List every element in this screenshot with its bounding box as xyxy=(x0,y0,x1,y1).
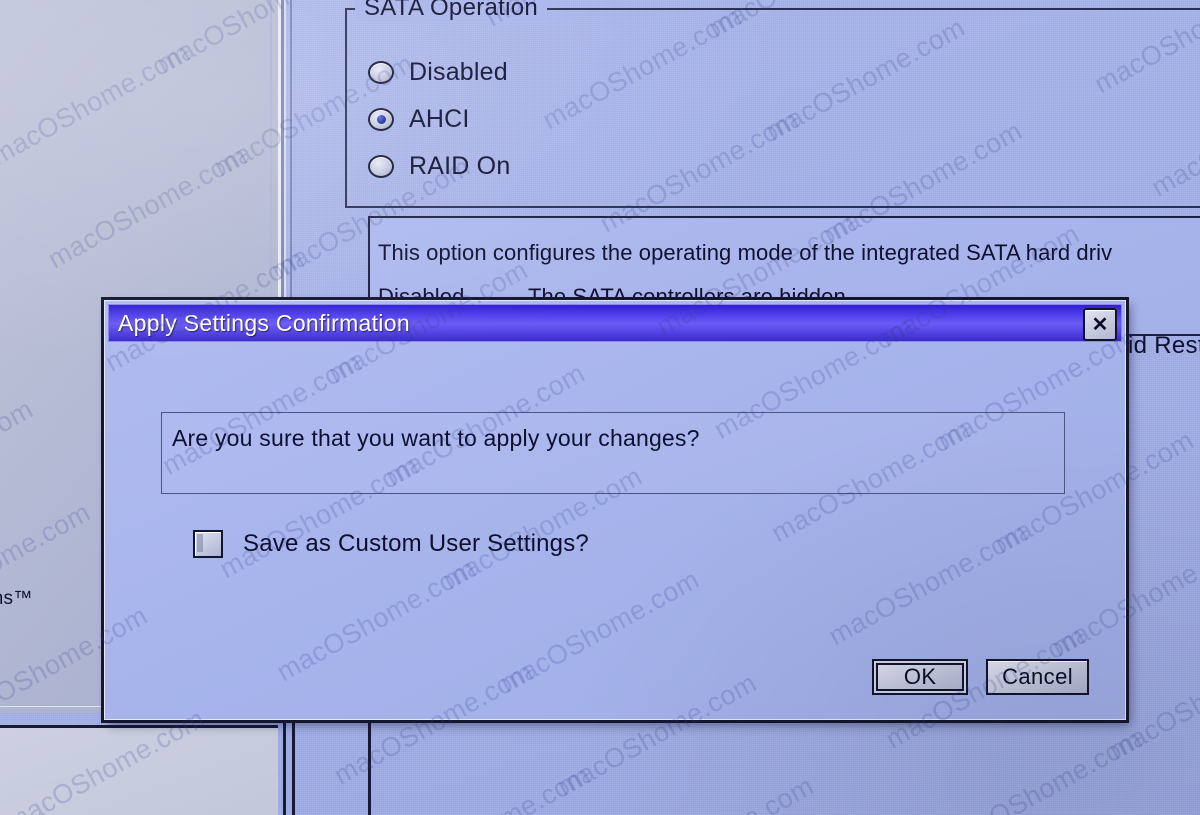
close-icon[interactable]: ✕ xyxy=(1083,308,1117,341)
bios-left-pane-footer xyxy=(0,725,278,815)
bios-left-pane-clipped-label: ons™ xyxy=(0,588,33,609)
radio-option-disabled[interactable]: Disabled xyxy=(368,58,508,87)
panel-divider-rail-2 xyxy=(292,722,295,815)
help-line-1: This option configures the operating mod… xyxy=(378,240,1113,265)
panel-divider-rail-1 xyxy=(283,722,286,815)
ok-button[interactable]: OK xyxy=(872,659,969,695)
restore-settings-clipped-label[interactable]: id Rest xyxy=(1128,332,1200,360)
dialog-body: Are you sure that you want to apply your… xyxy=(105,342,1125,719)
panel-divider-rail-4 xyxy=(290,0,292,300)
panel-divider-rail-3 xyxy=(368,722,371,815)
apply-settings-confirmation-dialog: Apply Settings Confirmation ✕ Are you su… xyxy=(104,300,1126,720)
dialog-message-box: Are you sure that you want to apply your… xyxy=(161,412,1065,494)
checkbox-icon-save-custom-settings[interactable] xyxy=(193,530,223,558)
dialog-message-text: Are you sure that you want to apply your… xyxy=(172,425,700,451)
ok-button-label: OK xyxy=(903,664,937,689)
dialog-titlebar[interactable]: Apply Settings Confirmation ✕ xyxy=(108,304,1122,342)
checkbox-label-save-custom-settings: Save as Custom User Settings? xyxy=(243,530,589,557)
bios-screen-photo: ons™ SATA Operation Disabled AHCI RAID O… xyxy=(0,0,1200,815)
radio-icon-disabled[interactable] xyxy=(368,61,394,84)
cancel-button[interactable]: Cancel xyxy=(986,659,1089,695)
dialog-button-row: OK Cancel xyxy=(872,659,1089,695)
save-as-custom-user-settings-row[interactable]: Save as Custom User Settings? xyxy=(193,530,589,558)
radio-label-raid-on: RAID On xyxy=(409,152,511,180)
radio-label-ahci: AHCI xyxy=(409,105,470,133)
radio-option-ahci[interactable]: AHCI xyxy=(368,105,470,134)
radio-icon-ahci[interactable] xyxy=(368,108,394,131)
cancel-button-label: Cancel xyxy=(1002,664,1073,689)
close-icon-glyph: ✕ xyxy=(1091,313,1109,336)
dialog-title: Apply Settings Confirmation xyxy=(118,309,410,336)
radio-option-raid-on[interactable]: RAID On xyxy=(368,152,510,181)
sata-operation-legend: SATA Operation xyxy=(355,0,548,22)
radio-label-disabled: Disabled xyxy=(409,58,508,86)
radio-icon-raid-on[interactable] xyxy=(368,155,394,178)
